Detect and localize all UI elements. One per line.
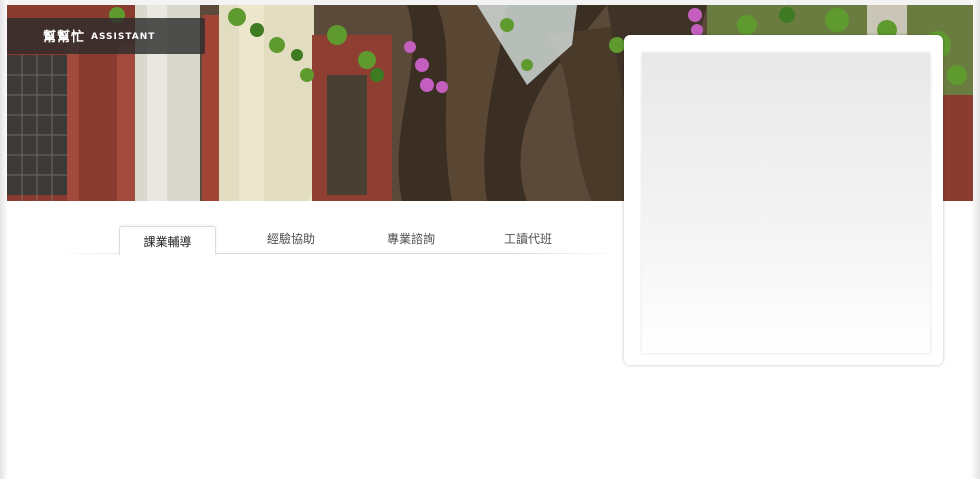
- tab-tutoring[interactable]: 課業輔導: [119, 226, 216, 255]
- brand-name-chinese: 幫幫忙: [43, 30, 86, 45]
- tab-consultation[interactable]: 專業諮詢: [361, 226, 461, 253]
- brand-name-english: ASSISTANT: [91, 32, 156, 42]
- side-panel-content-area: [642, 53, 930, 353]
- tab-work-study[interactable]: 工讀代班: [478, 226, 578, 253]
- site-logo[interactable]: 幫幫忙 ASSISTANT: [7, 18, 205, 54]
- tab-bar: 課業輔導 經驗協助 專業諮詢 工讀代班: [58, 226, 620, 256]
- page: 幫幫忙 ASSISTANT 課業輔導 經驗協助 專業諮詢 工讀代班: [0, 0, 980, 479]
- tab-experience[interactable]: 經驗協助: [241, 226, 341, 253]
